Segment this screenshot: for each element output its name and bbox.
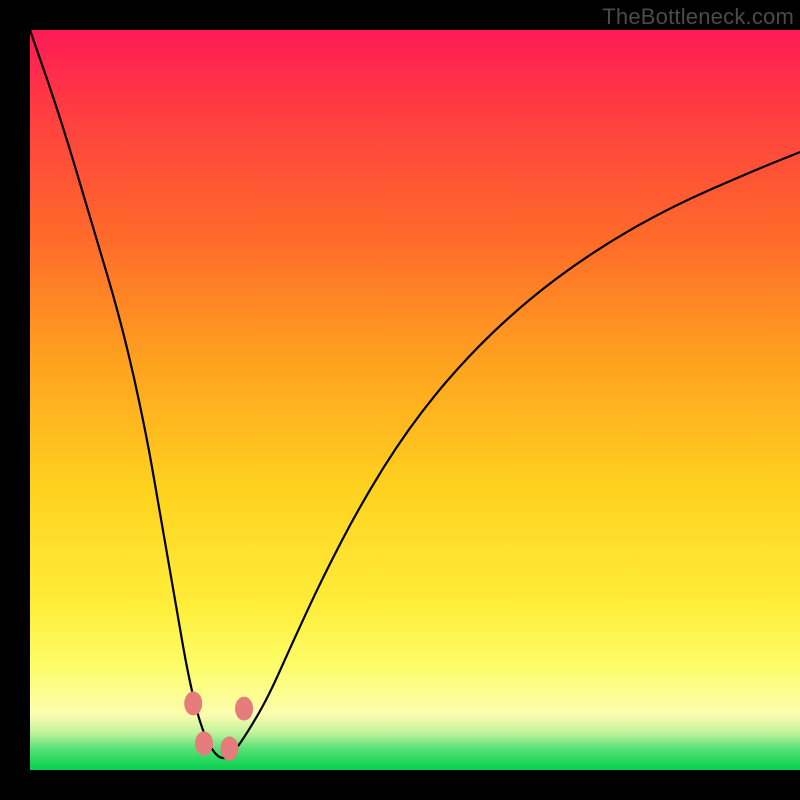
curve-marker-2 [220,737,238,761]
curve-marker-0 [184,691,202,715]
bottleneck-curve [30,30,800,758]
curve-marker-1 [195,731,213,755]
chart-frame: TheBottleneck.com [30,0,800,770]
curve-marker-3 [235,697,253,721]
watermark-text: TheBottleneck.com [602,4,794,30]
curve-layer [30,30,800,770]
plot-area [30,30,800,770]
curve-markers [184,691,253,760]
